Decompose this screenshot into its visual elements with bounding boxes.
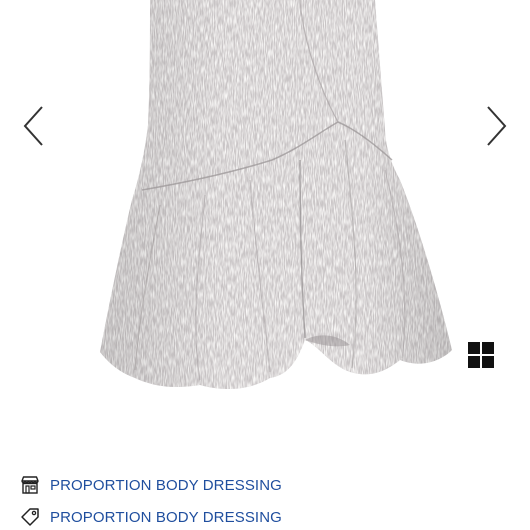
tag-icon	[20, 507, 40, 527]
store-icon	[20, 475, 40, 495]
chevron-left-icon	[23, 106, 43, 146]
brand-tag-link[interactable]: PROPORTION BODY DRESSING	[20, 505, 282, 529]
product-page: PROPORTION BODY DRESSING PROPORTION BODY…	[0, 0, 530, 530]
grid-view-icon	[468, 342, 494, 368]
next-image-button[interactable]	[476, 100, 516, 152]
chevron-right-icon	[487, 106, 507, 146]
brand-shop-link[interactable]: PROPORTION BODY DRESSING	[20, 473, 282, 497]
grid-view-button[interactable]	[466, 340, 498, 372]
product-image	[100, 0, 452, 390]
previous-image-button[interactable]	[14, 100, 54, 152]
brand-shop-label: PROPORTION BODY DRESSING	[50, 476, 282, 494]
brand-tag-label: PROPORTION BODY DRESSING	[50, 508, 282, 526]
product-image-gallery[interactable]	[0, 0, 530, 455]
